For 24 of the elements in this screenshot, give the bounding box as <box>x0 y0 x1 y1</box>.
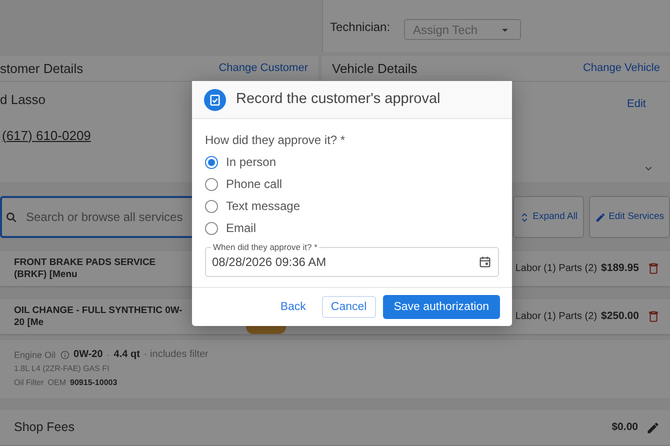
oil-viscosity: 0W-20 <box>74 348 103 362</box>
technician-label: Technician: <box>330 19 390 36</box>
oil-capacity: 4.4 qt <box>114 348 140 362</box>
filter-part-number: 90915-10003 <box>70 377 118 389</box>
labor-parts-summary: Labor (1) Parts (2) <box>515 310 598 324</box>
customer-name: d Lasso <box>0 92 46 107</box>
service-price: $0.00 <box>612 420 638 435</box>
separator-dot: · <box>106 349 110 362</box>
labor-parts-summary: Labor (1) Parts (2) <box>515 262 598 276</box>
card-title: Vehicle Details <box>332 60 418 78</box>
question-label: How did they approve it? * <box>205 132 346 149</box>
service-name: FRONT BRAKE PADS SERVICE (BRKF) [Menu <box>14 257 157 280</box>
service-price: $250.00 <box>601 308 639 324</box>
engine-oil-label: Engine Oil <box>14 349 56 362</box>
service-price: $189.95 <box>601 260 639 276</box>
field-label: When did they approve it? * <box>211 241 320 253</box>
service-name: Shop Fees <box>14 420 74 435</box>
filter-brand: OEM <box>48 377 66 389</box>
card-title: stomer Details <box>0 60 84 78</box>
filter-note: · includes filter <box>144 348 208 362</box>
engine-spec: 1.8L L4 (2ZR-FAE) GAS FI <box>14 363 110 375</box>
service-name: OIL CHANGE - FULL SYNTHETIC 0W-20 [Me <box>14 305 184 328</box>
oil-filter-label: Oil Filter <box>14 377 44 389</box>
dialog-title: Record the customer's approval <box>236 90 440 109</box>
